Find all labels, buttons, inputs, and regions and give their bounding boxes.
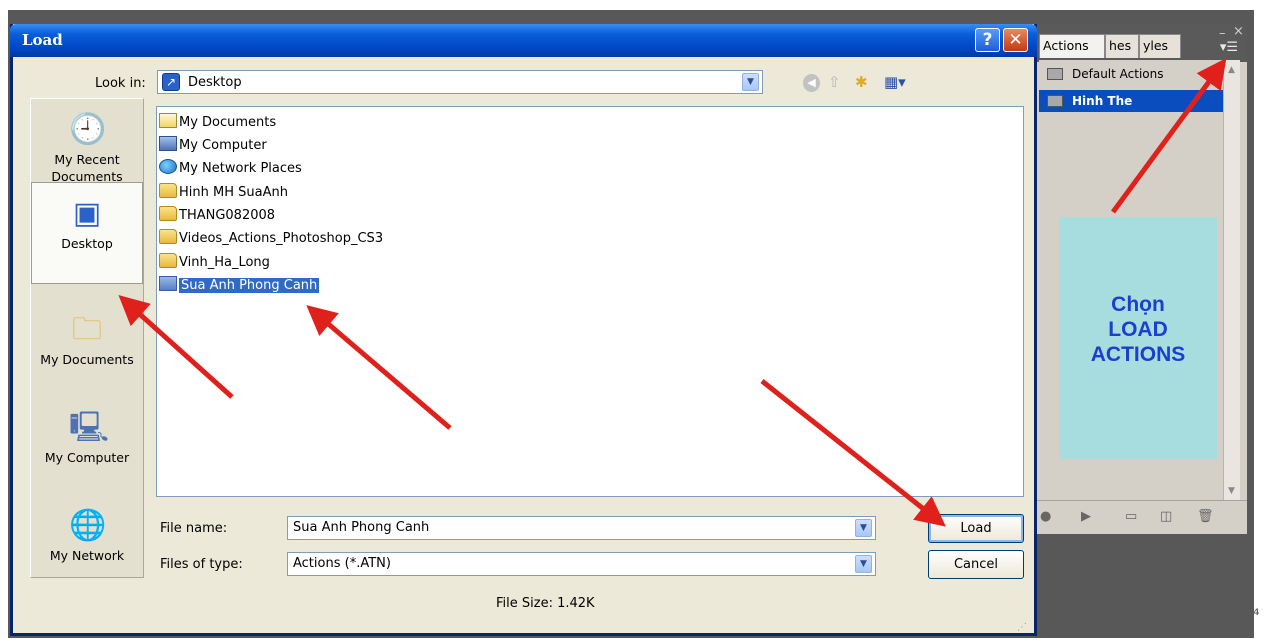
doc-folder-icon — [159, 113, 177, 128]
list-item[interactable]: Hinh MH SuaAnh — [159, 182, 288, 203]
place-label-my-computer: My Computer — [44, 450, 130, 465]
my-documents-icon: 🗀 — [72, 312, 102, 347]
panel-toolbar — [1037, 500, 1247, 534]
files-of-type-label: Files of type: — [160, 557, 243, 572]
view-menu-icon[interactable]: ▦▾ — [884, 74, 912, 92]
tab-styles[interactable]: yles — [1139, 34, 1181, 58]
folder-icon — [1047, 95, 1063, 107]
scroll-up-icon[interactable]: ▲ — [1223, 62, 1240, 79]
new-set-icon[interactable]: ▭ — [1125, 509, 1137, 524]
files-of-type-value: Actions (*.ATN) — [293, 556, 391, 571]
my-network-icon: 🌐 — [69, 508, 107, 543]
place-my-computer[interactable]: 🖳 My Computer — [31, 411, 143, 466]
list-item[interactable]: Vinh_Ha_Long — [159, 252, 270, 273]
chevron-down-icon[interactable]: ▼ — [855, 555, 872, 573]
tab-swatches[interactable]: hes — [1105, 34, 1139, 58]
place-desktop[interactable]: ▣ Desktop — [31, 182, 143, 284]
up-folder-icon[interactable]: ⇧ — [828, 74, 846, 92]
file-name: My Computer — [179, 138, 267, 153]
list-item[interactable]: THANG082008 — [159, 205, 275, 226]
action-set-item[interactable]: Default Actions — [1039, 63, 1224, 85]
folder-icon — [159, 229, 177, 244]
action-set-item-selected[interactable]: Hinh The — [1039, 90, 1224, 112]
place-recent-documents[interactable]: 🕘 My Recent Documents — [31, 113, 143, 185]
file-name-value: Sua Anh Phong Canh — [293, 520, 430, 535]
desktop-icon: ▣ — [72, 196, 102, 231]
note-line-1: Chọn — [1111, 293, 1165, 316]
look-in-value: Desktop — [188, 75, 242, 90]
close-icon[interactable]: × — [1233, 24, 1244, 39]
folder-icon — [159, 183, 177, 198]
file-name: Vinh_Ha_Long — [179, 255, 270, 270]
edge-glyph: ₄ — [1253, 600, 1260, 619]
list-item[interactable]: My Network Places — [159, 158, 302, 179]
note-line-2: LOAD — [1108, 318, 1168, 341]
folder-icon — [159, 253, 177, 268]
chevron-down-icon[interactable]: ▼ — [742, 73, 759, 91]
minimize-icon[interactable]: – — [1219, 26, 1226, 41]
panel-scrollbar[interactable] — [1223, 60, 1240, 500]
list-item[interactable]: My Documents — [159, 112, 276, 133]
stop-icon[interactable]: ● — [1040, 509, 1051, 524]
dialog-titlebar[interactable]: Load ? ✕ — [10, 24, 1037, 57]
places-bar: 🕘 My Recent Documents ▣ Desktop 🗀 My Doc… — [30, 98, 144, 578]
annotation-note: Chọn LOAD ACTIONS — [1059, 217, 1217, 459]
look-in-dropdown[interactable]: ↗ Desktop ▼ — [157, 70, 763, 94]
file-name: My Documents — [179, 115, 277, 130]
list-item-selected[interactable]: Sua Anh Phong Canh — [159, 275, 320, 296]
place-label-my-documents: My Documents — [40, 352, 134, 367]
back-icon[interactable]: ◀ — [803, 74, 820, 92]
recent-documents-icon: 🕘 — [69, 112, 107, 147]
scroll-down-icon[interactable]: ▼ — [1223, 483, 1240, 500]
file-name: Sua Anh Phong Canh — [179, 278, 320, 293]
folder-icon — [1047, 68, 1063, 80]
tab-actions[interactable]: Actions × — [1039, 34, 1105, 75]
action-set-label: Hinh The — [1072, 94, 1133, 108]
list-item[interactable]: My Computer — [159, 135, 267, 156]
place-my-network[interactable]: 🌐 My Network — [31, 509, 143, 564]
look-in-label: Look in: — [95, 76, 146, 91]
file-name: Hinh MH SuaAnh — [179, 185, 288, 200]
desktop-icon: ↗ — [162, 73, 180, 91]
files-of-type-dropdown[interactable]: Actions (*.ATN) ▼ — [287, 552, 876, 576]
new-folder-icon[interactable]: ✱ — [855, 74, 877, 92]
help-button[interactable]: ? — [975, 28, 1000, 52]
folder-icon — [159, 206, 177, 221]
computer-icon — [159, 136, 177, 151]
network-icon — [159, 159, 177, 174]
file-name-field[interactable]: Sua Anh Phong Canh ▼ — [287, 516, 876, 540]
file-name-label: File name: — [160, 521, 228, 536]
new-action-icon[interactable]: ◫ — [1160, 509, 1172, 524]
dialog-title: Load — [22, 31, 63, 49]
delete-icon[interactable]: 🗑 — [1197, 509, 1214, 524]
resize-grip-icon[interactable]: ⋰ — [1017, 622, 1027, 633]
place-label-desktop: Desktop — [61, 236, 113, 251]
close-button[interactable]: ✕ — [1003, 28, 1028, 52]
file-name: My Network Places — [179, 161, 302, 176]
place-my-documents[interactable]: 🗀 My Documents — [31, 313, 143, 368]
file-name: THANG082008 — [179, 208, 276, 223]
my-computer-icon: 🖳 — [69, 410, 110, 445]
note-line-3: ACTIONS — [1090, 343, 1186, 366]
panel-menu-icon[interactable]: ▾☰ — [1218, 40, 1240, 56]
load-button[interactable]: Load — [928, 514, 1024, 543]
chevron-down-icon[interactable]: ▼ — [855, 519, 872, 537]
place-label-my-network: My Network — [49, 548, 125, 563]
play-icon[interactable]: ▶ — [1081, 509, 1091, 524]
list-item[interactable]: Videos_Actions_Photoshop_CS3 — [159, 228, 383, 249]
place-label-recent: My Recent Documents — [51, 152, 123, 184]
file-name: Videos_Actions_Photoshop_CS3 — [179, 231, 384, 246]
file-list[interactable]: My Documents My Computer My Network Plac… — [156, 106, 1024, 497]
cancel-button[interactable]: Cancel — [928, 550, 1024, 579]
action-set-label: Default Actions — [1072, 67, 1164, 81]
atn-file-icon — [159, 276, 177, 291]
file-size-text: File Size: 1.42K — [496, 596, 595, 611]
